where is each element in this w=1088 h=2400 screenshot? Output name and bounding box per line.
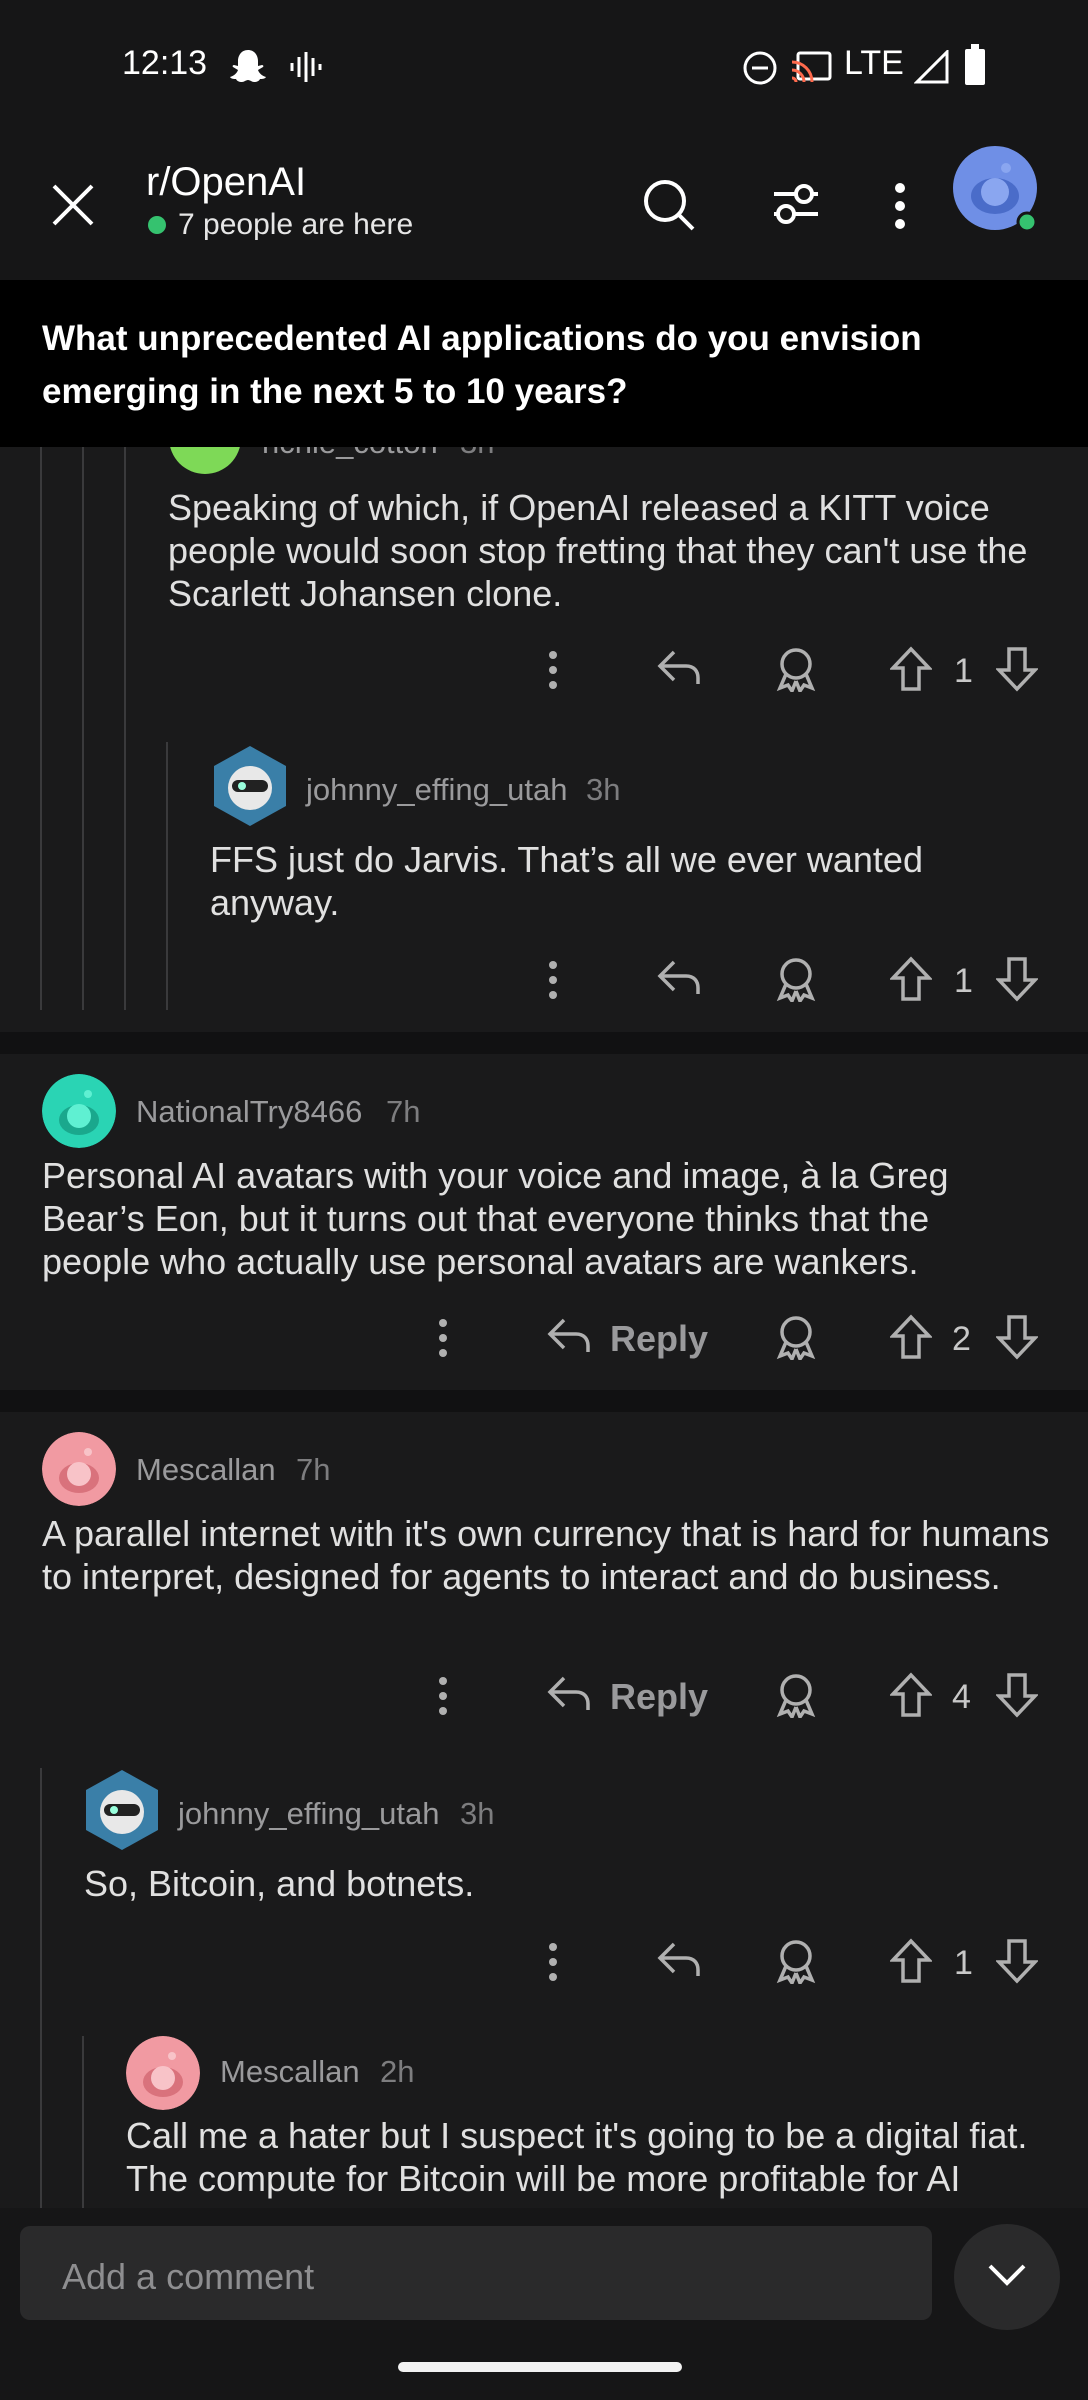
vote-count: 1 <box>954 962 973 1000</box>
comment-time: 7h <box>386 1094 421 1129</box>
downvote-icon[interactable] <box>996 956 1038 1002</box>
award-icon[interactable] <box>774 1672 818 1718</box>
thread-line[interactable] <box>82 447 84 1010</box>
signal-icon <box>914 50 949 84</box>
voice-icon <box>290 52 322 82</box>
thread-line[interactable] <box>40 447 42 1010</box>
comment-body: FFS just do Jarvis. That’s all we ever w… <box>210 839 923 923</box>
comment-body: A parallel internet with it's own curren… <box>42 1513 1050 1597</box>
vote-count: 4 <box>952 1678 971 1716</box>
comment-divider <box>0 1032 1088 1054</box>
comment-divider <box>0 1390 1088 1412</box>
avatar[interactable] <box>208 742 292 830</box>
user-avatar[interactable] <box>952 146 1040 234</box>
comment-body: Personal AI avatars with your voice and … <box>42 1155 949 1282</box>
more-options-icon[interactable] <box>892 182 908 230</box>
snapchat-icon <box>230 50 266 82</box>
comment-body: So, Bitcoin, and botnets. <box>84 1863 475 1904</box>
more-icon[interactable] <box>546 650 560 690</box>
reply-icon[interactable] <box>656 1940 702 1980</box>
avatar[interactable] <box>42 1074 116 1148</box>
downvote-icon[interactable] <box>996 1314 1038 1360</box>
chevron-down-icon[interactable] <box>986 2262 1028 2288</box>
more-icon[interactable] <box>546 960 560 1000</box>
thread-line[interactable] <box>82 2036 84 2208</box>
comment-username[interactable]: Mescallan <box>136 1452 276 1488</box>
cast-icon <box>791 51 832 83</box>
award-icon[interactable] <box>774 646 818 692</box>
home-indicator[interactable] <box>398 2362 682 2372</box>
reply-icon[interactable] <box>546 1316 592 1356</box>
status-time: 12:13 <box>122 44 208 82</box>
upvote-icon[interactable] <box>890 646 932 692</box>
online-indicator <box>148 216 166 234</box>
online-count: 7 people are here <box>178 208 414 241</box>
vote-count: 1 <box>954 652 973 690</box>
more-icon[interactable] <box>546 1942 560 1982</box>
award-icon[interactable] <box>774 1938 818 1984</box>
reply-icon[interactable] <box>656 958 702 998</box>
reply-icon[interactable] <box>546 1674 592 1714</box>
upvote-icon[interactable] <box>890 1938 932 1984</box>
vote-count: 1 <box>954 1944 973 1982</box>
downvote-icon[interactable] <box>996 646 1038 692</box>
comment-time: 3h <box>460 1796 495 1831</box>
downvote-icon[interactable] <box>996 1672 1038 1718</box>
more-icon[interactable] <box>436 1318 450 1358</box>
comment-username[interactable]: NationalTry8466 <box>136 1094 362 1130</box>
comment-username[interactable]: johnny_effing_utah <box>178 1796 439 1832</box>
comment-time: 3h <box>586 772 621 807</box>
dnd-icon <box>743 51 777 85</box>
reply-button[interactable]: Reply <box>610 1676 708 1718</box>
close-icon[interactable] <box>50 182 96 228</box>
more-icon[interactable] <box>436 1676 450 1716</box>
comment-time: 2h <box>380 2054 415 2089</box>
avatar[interactable] <box>80 1766 164 1854</box>
comment-username[interactable]: johnny_effing_utah <box>306 772 567 808</box>
upvote-icon[interactable] <box>890 1314 932 1360</box>
avatar[interactable] <box>42 1432 116 1506</box>
award-icon[interactable] <box>774 956 818 1002</box>
avatar[interactable] <box>126 2036 200 2110</box>
vote-count: 2 <box>952 1320 971 1358</box>
comment-body: Call me a hater but I suspect it's going… <box>126 2115 1028 2199</box>
post-title-overlay: What unprecedented AI applications do yo… <box>42 319 922 411</box>
thread-line[interactable] <box>124 447 126 1010</box>
reply-button[interactable]: Reply <box>610 1318 708 1360</box>
top-app-bar <box>0 135 1088 280</box>
filter-icon[interactable] <box>770 180 822 228</box>
reply-icon[interactable] <box>656 648 702 688</box>
award-icon[interactable] <box>774 1314 818 1360</box>
upvote-icon[interactable] <box>890 956 932 1002</box>
comment-input-placeholder[interactable]: Add a comment <box>62 2256 314 2298</box>
battery-icon <box>965 44 985 85</box>
thread-line[interactable] <box>40 1768 42 2208</box>
subreddit-name[interactable]: r/OpenAI <box>146 160 306 205</box>
comment-username[interactable]: Mescallan <box>220 2054 360 2090</box>
network-type: LTE <box>844 44 904 82</box>
comment-body: Speaking of which, if OpenAI released a … <box>168 487 1028 614</box>
comment-time: 7h <box>296 1452 331 1487</box>
downvote-icon[interactable] <box>996 1938 1038 1984</box>
upvote-icon[interactable] <box>890 1672 932 1718</box>
search-icon[interactable] <box>642 178 696 232</box>
thread-line[interactable] <box>166 742 168 1010</box>
